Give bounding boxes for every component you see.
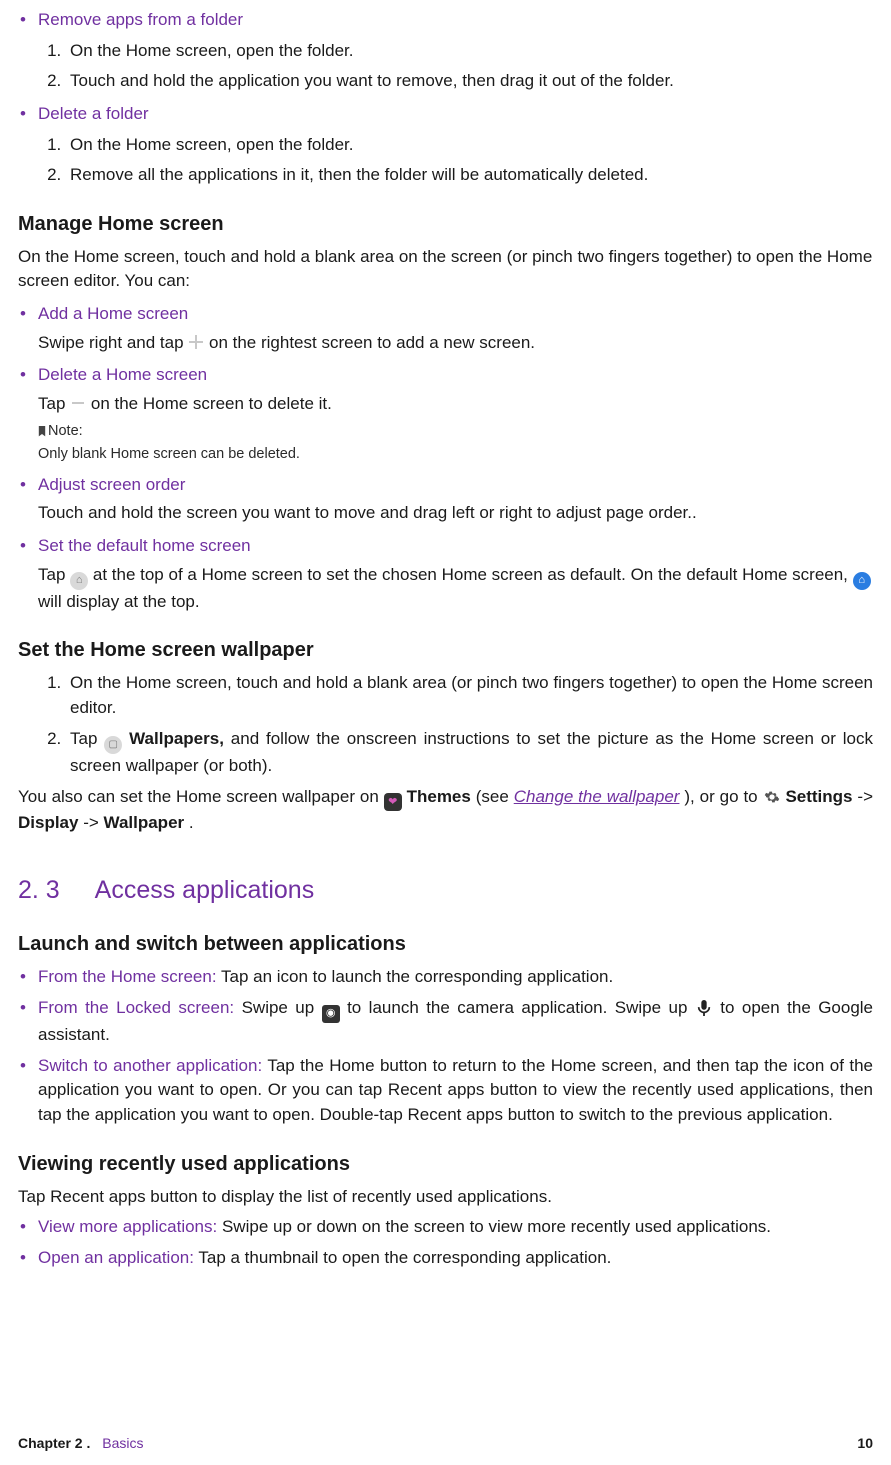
step-text: Touch and hold the application you want …	[66, 69, 873, 94]
section-title: Access applications	[95, 876, 315, 904]
text: You also can set the Home screen wallpap…	[18, 787, 384, 806]
text-bold: Themes	[407, 787, 471, 806]
section-2-3-heading: 2. 3 Access applications	[18, 872, 873, 908]
camera-icon: ◉	[322, 1005, 340, 1023]
text: Swipe up or down on the screen to view m…	[222, 1217, 771, 1236]
note-label: Note:	[38, 421, 83, 442]
text: Tap an icon to launch the corresponding …	[221, 967, 613, 986]
lead: From the Locked screen:	[38, 998, 234, 1017]
topic-delete-folder: Delete a folder	[18, 102, 873, 127]
text-bold: Wallpaper	[104, 813, 185, 832]
step-text: On the Home screen, open the folder.	[66, 133, 873, 158]
step-text: On the Home screen, open the folder.	[66, 39, 873, 64]
delete-home-body: Tap on the Home screen to delete it.	[18, 392, 873, 417]
plus-icon	[188, 334, 204, 350]
heading-recent-apps: Viewing recently used applications	[18, 1150, 873, 1179]
bookmark-icon	[38, 426, 46, 437]
text: (see	[476, 787, 514, 806]
text: Swipe right and tap	[38, 333, 188, 352]
chapter-label: Chapter 2 .	[18, 1435, 90, 1451]
topic-adjust-order: Adjust screen order	[18, 473, 873, 498]
footer-left: Chapter 2 . Basics	[18, 1433, 143, 1453]
wallpaper-also: You also can set the Home screen wallpap…	[18, 785, 873, 837]
step-text: Tap ▢ Wallpapers, and follow the onscree…	[66, 727, 873, 779]
text-bold: Settings	[785, 787, 852, 806]
lead: View more applications:	[38, 1217, 217, 1236]
text-bold: Display	[18, 813, 78, 832]
heading-wallpaper: Set the Home screen wallpaper	[18, 636, 873, 665]
steps-delete-folder: On the Home screen, open the folder. Rem…	[18, 133, 873, 188]
text: Note:	[48, 421, 83, 442]
text: Tap a thumbnail to open the correspondin…	[198, 1248, 611, 1267]
steps-wallpaper: On the Home screen, touch and hold a bla…	[18, 671, 873, 778]
bullet-open-app: Open an application: Tap a thumbnail to …	[18, 1246, 873, 1271]
text: will display at the top.	[38, 592, 200, 611]
text: .	[189, 813, 194, 832]
adjust-order-body: Touch and hold the screen you want to mo…	[18, 501, 873, 526]
text: Tap	[38, 565, 70, 584]
text: ->	[857, 787, 873, 806]
text: ->	[83, 813, 103, 832]
lead: From the Home screen:	[38, 967, 217, 986]
text: to launch the camera application. Swipe …	[347, 998, 695, 1017]
default-home-body: Tap ⌂ at the top of a Home screen to set…	[18, 563, 873, 615]
step-text: On the Home screen, touch and hold a bla…	[66, 671, 873, 720]
text: on the rightest screen to add a new scre…	[209, 333, 535, 352]
minus-icon	[70, 395, 86, 411]
note-block: Note: Only blank Home screen can be dele…	[18, 421, 873, 465]
steps-remove-apps: On the Home screen, open the folder. Tou…	[18, 39, 873, 94]
page-number: 10	[857, 1433, 873, 1453]
topic-delete-home: Delete a Home screen	[18, 363, 873, 388]
bullet-from-home: From the Home screen: Tap an icon to lau…	[18, 965, 873, 990]
page-footer: Chapter 2 . Basics 10	[18, 1433, 873, 1453]
section-number: 2. 3	[18, 876, 60, 904]
microphone-icon	[695, 999, 713, 1017]
text: Tap	[70, 729, 104, 748]
text: at the top of a Home screen to set the c…	[93, 565, 853, 584]
lead: Open an application:	[38, 1248, 194, 1267]
bullet-switch-app: Switch to another application: Tap the H…	[18, 1054, 873, 1128]
link-change-wallpaper[interactable]: Change the wallpaper	[514, 787, 680, 806]
text: Swipe up	[242, 998, 322, 1017]
text: on the Home screen to delete it.	[91, 394, 332, 413]
bullet-from-locked: From the Locked screen: Swipe up ◉ to la…	[18, 996, 873, 1048]
wallpaper-icon: ▢	[104, 736, 122, 754]
themes-icon: ❤	[384, 793, 402, 811]
topic-add-home: Add a Home screen	[18, 302, 873, 327]
bullet-view-more: View more applications: Swipe up or down…	[18, 1215, 873, 1240]
home-outline-icon: ⌂	[70, 572, 88, 590]
settings-icon	[763, 788, 781, 806]
text: Tap	[38, 394, 70, 413]
step-text: Remove all the applications in it, then …	[66, 163, 873, 188]
add-home-body: Swipe right and tap on the rightest scre…	[18, 331, 873, 356]
recent-intro: Tap Recent apps button to display the li…	[18, 1185, 873, 1210]
topic-default-home: Set the default home screen	[18, 534, 873, 559]
note-body: Only blank Home screen can be deleted.	[38, 446, 300, 462]
heading-launch-switch: Launch and switch between applications	[18, 930, 873, 959]
heading-manage-home: Manage Home screen	[18, 210, 873, 239]
home-filled-icon: ⌂	[853, 572, 871, 590]
text-bold: Wallpapers,	[129, 729, 224, 748]
manage-intro: On the Home screen, touch and hold a bla…	[18, 245, 873, 294]
lead: Switch to another application:	[38, 1056, 262, 1075]
text: ), or go to	[684, 787, 762, 806]
chapter-name: Basics	[102, 1435, 143, 1451]
topic-remove-apps: Remove apps from a folder	[18, 8, 873, 33]
